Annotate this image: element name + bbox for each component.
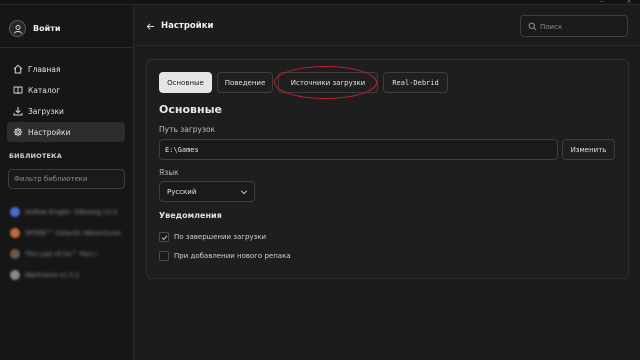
settings-panel: Основные Поведение Источники загрузки Re… — [146, 59, 629, 279]
game-thumbnail — [10, 227, 20, 238]
download-icon — [12, 106, 23, 117]
tab-behavior[interactable]: Поведение — [217, 72, 273, 93]
search-box[interactable] — [520, 15, 628, 37]
library-item[interactable]: Hollow Knight: Silksong v1.0 — [10, 201, 128, 222]
download-path-field[interactable] — [159, 139, 558, 160]
chevron-down-icon — [240, 190, 248, 195]
language-select[interactable]: Русский — [159, 181, 255, 202]
tab-general[interactable]: Основные — [159, 72, 212, 93]
tab-real-debrid[interactable]: Real-Debrid — [383, 72, 448, 93]
option-label: По завершении загрузки — [174, 233, 267, 241]
download-path-label: Путь загрузок — [159, 125, 216, 134]
sidebar-item-home[interactable]: Главная — [7, 59, 125, 79]
library-item-name: SPORE™ Galactic Adventures — [25, 228, 121, 237]
library-item[interactable]: SPORE™ Galactic Adventures — [10, 222, 128, 243]
search-input[interactable] — [540, 19, 624, 34]
library-list: Hollow Knight: Silksong v1.0 SPORE™ Gala… — [10, 201, 128, 285]
library-filter-input[interactable] — [8, 169, 125, 189]
library-item[interactable]: Warframe v1.0.2 — [10, 264, 128, 285]
notifications-title: Уведомления — [159, 211, 222, 220]
library-item[interactable]: The Last of Us™ Part I — [10, 243, 128, 264]
sidebar: Войти Главная Каталог Загрузки Настройки… — [0, 5, 134, 360]
checkbox-unchecked[interactable] — [159, 251, 169, 261]
catalog-icon — [12, 85, 23, 96]
sidebar-nav: Главная Каталог Загрузки Настройки — [7, 59, 125, 143]
game-thumbnail — [10, 269, 20, 280]
sidebar-item-label: Каталог — [28, 85, 61, 95]
avatar — [9, 20, 26, 37]
sign-in-label: Войти — [33, 24, 61, 33]
game-thumbnail — [10, 248, 20, 259]
profile-button[interactable]: Войти — [0, 10, 134, 48]
search-icon — [528, 22, 537, 31]
option-download-complete[interactable]: По завершении загрузки — [159, 231, 266, 243]
checkbox-checked[interactable] — [159, 232, 169, 242]
section-title: Основные — [159, 103, 222, 116]
sidebar-item-label: Загрузки — [28, 106, 64, 116]
user-icon — [13, 24, 22, 34]
back-button[interactable] — [143, 19, 157, 33]
sidebar-item-label: Настройки — [28, 127, 71, 137]
language-value: Русский — [167, 187, 197, 196]
library-item-name: The Last of Us™ Part I — [25, 249, 97, 258]
library-item-name: Hollow Knight: Silksong v1.0 — [25, 207, 118, 216]
home-icon — [12, 64, 23, 75]
gear-icon — [12, 127, 23, 138]
tab-download-sources[interactable]: Источники загрузки — [278, 72, 378, 93]
page-header: Настройки — [135, 5, 640, 46]
library-item-name: Warframe v1.0.2 — [25, 270, 80, 279]
main-content: Настройки Основные Поведение Источники з… — [135, 5, 640, 360]
option-new-repack[interactable]: При добавлении нового репака — [159, 250, 291, 262]
sidebar-item-catalog[interactable]: Каталог — [7, 80, 125, 100]
sidebar-item-settings[interactable]: Настройки — [7, 122, 125, 142]
checkmark-icon — [161, 234, 167, 240]
arrow-left-icon — [146, 22, 154, 30]
settings-tabs: Основные Поведение Источники загрузки Re… — [159, 72, 453, 93]
change-path-button[interactable]: Изменить — [562, 139, 615, 160]
library-heading: БИБЛИОТЕКА — [9, 152, 62, 160]
game-thumbnail — [10, 206, 20, 217]
sidebar-item-downloads[interactable]: Загрузки — [7, 101, 125, 121]
page-title: Настройки — [161, 21, 214, 31]
language-label: Язык — [159, 168, 179, 177]
option-label: При добавлении нового репака — [174, 252, 291, 260]
sidebar-item-label: Главная — [28, 64, 61, 74]
